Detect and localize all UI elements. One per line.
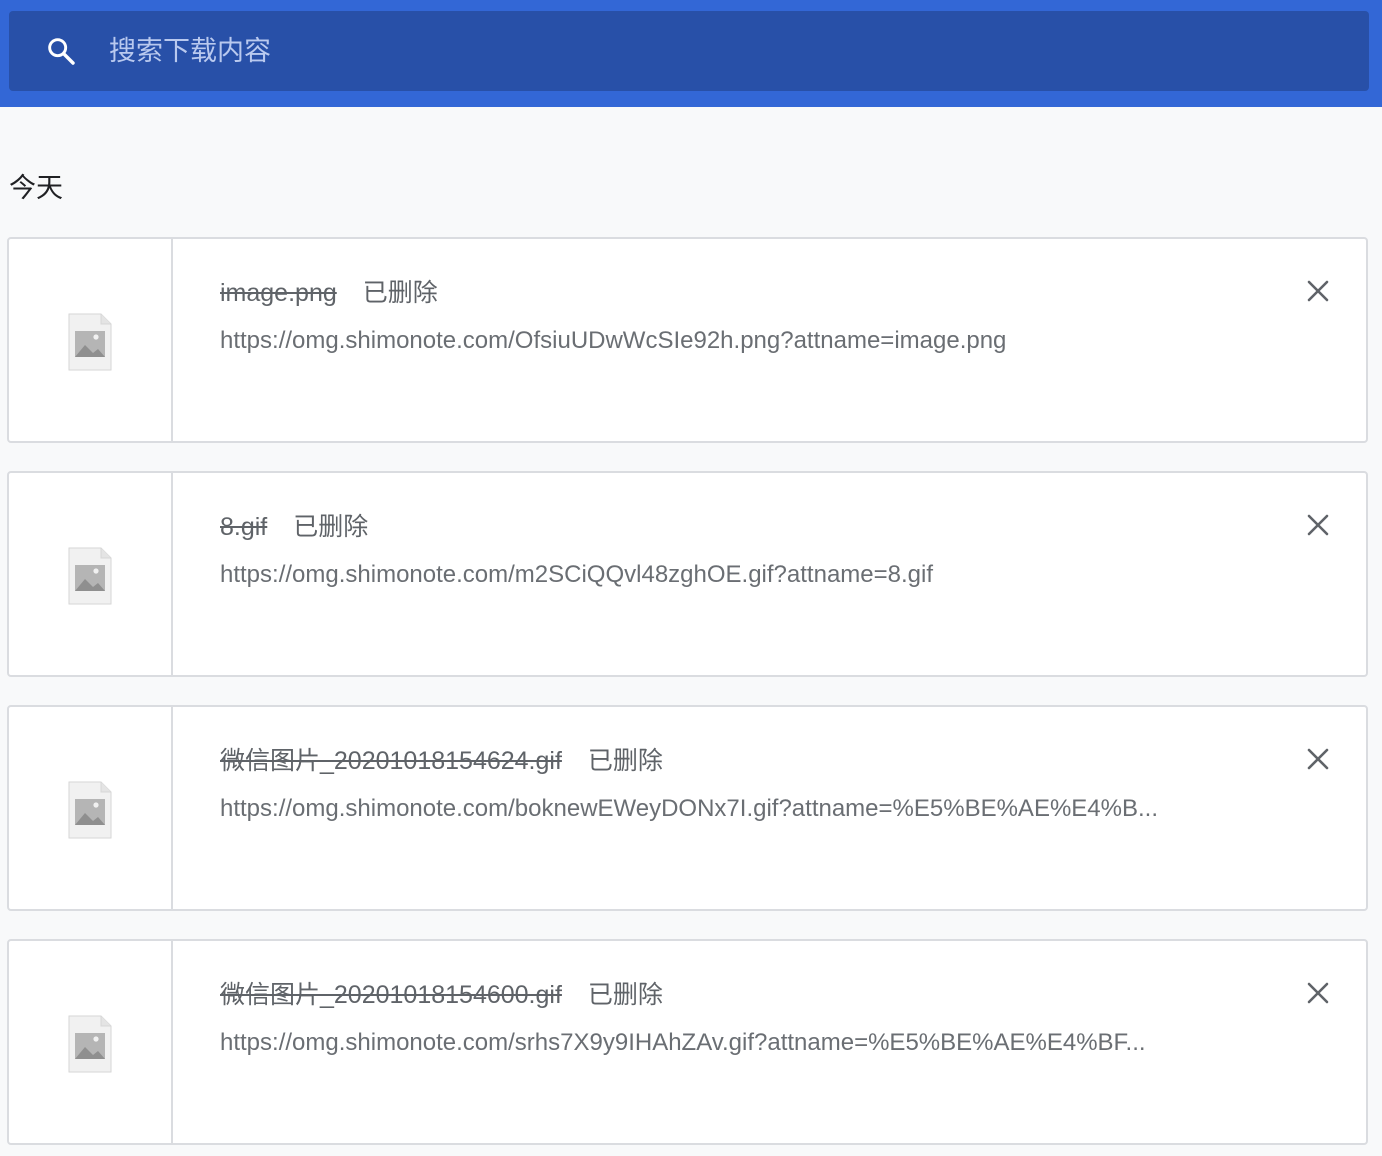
- image-file-icon: [68, 1015, 112, 1073]
- search-icon[interactable]: [45, 35, 77, 67]
- remove-close-icon[interactable]: [1304, 277, 1332, 305]
- file-icon-area: [9, 239, 173, 441]
- file-title-line: 微信图片_20201018154624.gif 已删除: [220, 741, 663, 777]
- image-file-icon: [68, 547, 112, 605]
- file-name: 8.gif: [220, 513, 268, 541]
- file-name: 微信图片_20201018154624.gif: [220, 747, 562, 775]
- image-file-icon: [68, 313, 112, 371]
- file-status: 已删除: [587, 980, 663, 1009]
- file-name: image.png: [220, 279, 337, 307]
- download-item: 微信图片_20201018154600.gif 已删除 https://omg.…: [7, 939, 1368, 1145]
- toolbar: [0, 0, 1382, 107]
- file-title-line: 8.gif 已删除: [220, 507, 368, 543]
- download-item: 8.gif 已删除 https://omg.shimonote.com/m2SC…: [7, 471, 1368, 677]
- file-icon-area: [9, 941, 173, 1143]
- file-status: 已删除: [362, 278, 438, 307]
- remove-close-icon[interactable]: [1304, 745, 1332, 773]
- download-item: 微信图片_20201018154624.gif 已删除 https://omg.…: [7, 705, 1368, 911]
- file-icon-area: [9, 707, 173, 909]
- file-icon-area: [9, 473, 173, 675]
- file-url-link[interactable]: https://omg.shimonote.com/boknewEWeyDONx…: [220, 795, 1210, 823]
- file-title-line: 微信图片_20201018154600.gif 已删除: [220, 975, 663, 1011]
- remove-close-icon[interactable]: [1304, 511, 1332, 539]
- download-item: image.png 已删除 https://omg.shimonote.com/…: [7, 237, 1368, 443]
- search-box[interactable]: [9, 11, 1369, 91]
- file-url-link[interactable]: https://omg.shimonote.com/srhs7X9y9IHAhZ…: [220, 1029, 1210, 1057]
- image-file-icon: [68, 781, 112, 839]
- file-url-link[interactable]: https://omg.shimonote.com/m2SCiQQvl48zgh…: [220, 561, 1210, 589]
- file-status: 已删除: [587, 746, 663, 775]
- section-title-today: 今天: [9, 173, 63, 204]
- file-status: 已删除: [293, 512, 369, 541]
- remove-close-icon[interactable]: [1304, 979, 1332, 1007]
- file-title-line: image.png 已删除: [220, 273, 438, 309]
- file-url-link[interactable]: https://omg.shimonote.com/OfsiuUDwWcSIe9…: [220, 327, 1210, 355]
- search-input[interactable]: [109, 31, 1329, 71]
- file-name: 微信图片_20201018154600.gif: [220, 981, 562, 1009]
